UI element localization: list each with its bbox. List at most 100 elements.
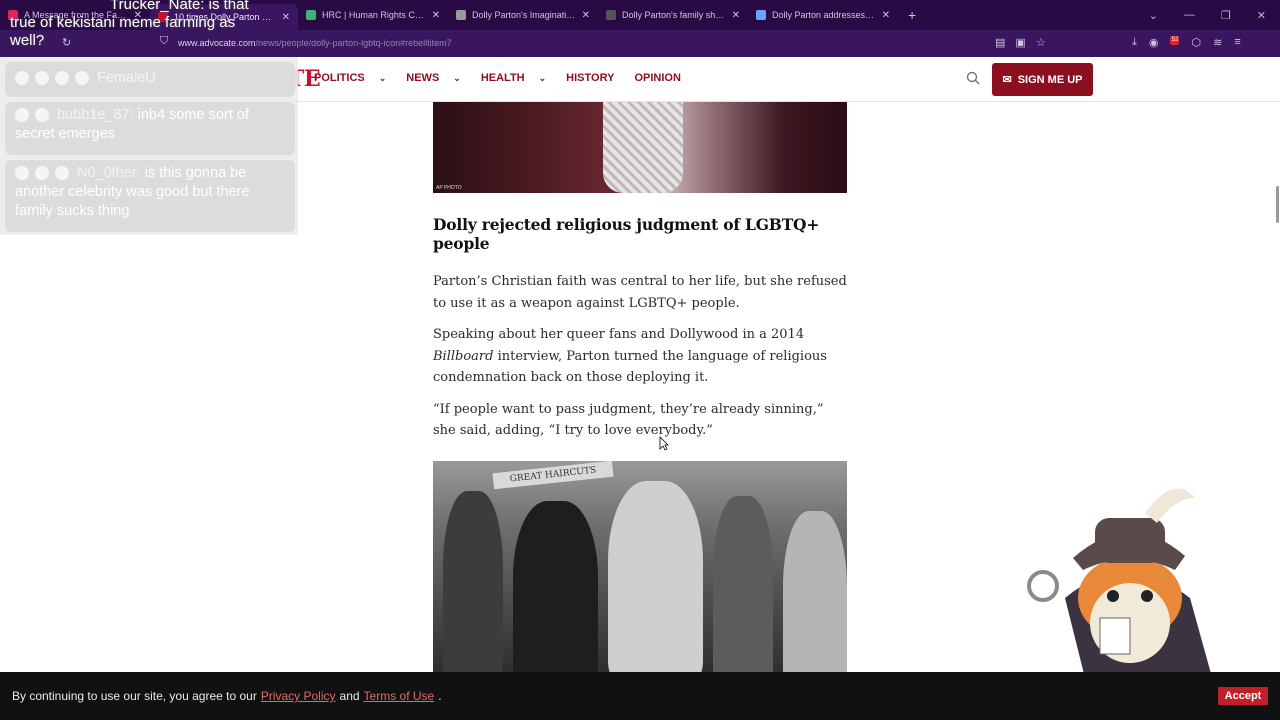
tab-close-icon[interactable]: ✕ bbox=[582, 10, 590, 21]
privacy-policy-link[interactable]: Privacy Policy bbox=[261, 689, 336, 703]
publication-name: Billboard bbox=[433, 348, 494, 364]
sign-up-button[interactable]: ✉ SIGN ME UP bbox=[992, 63, 1093, 96]
new-tab-button[interactable]: + bbox=[898, 7, 926, 23]
photo-person bbox=[608, 481, 703, 672]
avatar-badge-icon bbox=[35, 166, 49, 181]
nav-label: OPINION bbox=[634, 72, 681, 84]
heart-badge-icon bbox=[55, 71, 69, 86]
paragraph-1: Parton’s Christian faith was central to … bbox=[433, 274, 847, 311]
toolbar-actions: ⤓ ◉ 52 ⬡ ≋ ≡ bbox=[1132, 36, 1241, 49]
tab-favicon-icon bbox=[306, 10, 316, 20]
crown-badge-icon bbox=[55, 166, 69, 181]
tab-list-chevron-icon[interactable]: ⌄ bbox=[1149, 9, 1158, 22]
avatar-badge-icon bbox=[35, 108, 49, 123]
browser-tab[interactable]: Dolly Parton's Imagination Libra ✕ bbox=[448, 0, 598, 30]
chat-line-3: well? bbox=[10, 32, 45, 49]
chevron-down-icon[interactable]: ⌄ bbox=[379, 73, 387, 84]
url-path: /news/people/dolly-parton-lgbtq-icon#reb… bbox=[255, 38, 452, 48]
chat-message: bubb1e_87: inb4 some sort of secret emer… bbox=[5, 102, 295, 155]
tab-favicon-icon bbox=[756, 10, 766, 20]
photo-credit: AP PHOTO bbox=[436, 185, 462, 191]
nav-label: HISTORY bbox=[566, 72, 615, 84]
twitch-badge-icon bbox=[15, 166, 29, 181]
tab-favicon-icon bbox=[456, 10, 466, 20]
browser-tab[interactable]: Dolly Parton's family shares her ✕ bbox=[598, 0, 748, 30]
account-icon[interactable]: ◉ bbox=[1149, 36, 1159, 49]
tab-close-icon[interactable]: ✕ bbox=[732, 10, 740, 21]
nav-item-health[interactable]: HEALTH ⌄ bbox=[481, 72, 546, 84]
envelope-icon: ✉ bbox=[1002, 74, 1012, 86]
tab-title: Dolly Parton's Imagination Libra bbox=[472, 10, 576, 20]
article-photo: GREAT HAIRCUTS bbox=[433, 461, 847, 672]
cookie-period: . bbox=[438, 689, 442, 703]
sign-up-label: SIGN ME UP bbox=[1017, 73, 1083, 86]
page-scrollbar[interactable] bbox=[1276, 186, 1279, 223]
nav-label: POLITICS bbox=[314, 72, 365, 84]
bookmark-star-icon[interactable]: ☆ bbox=[1036, 36, 1046, 49]
section-heading: Dolly rejected religious judgment of LGB… bbox=[433, 215, 820, 253]
hero-figure bbox=[603, 102, 683, 193]
chat-nick: bubb1e_87: bbox=[57, 107, 134, 123]
nav-item-news[interactable]: NEWS ⌄ bbox=[406, 72, 461, 84]
terms-of-use-link[interactable]: Terms of Use bbox=[364, 689, 435, 703]
main-nav: POLITICS ⌄ NEWS ⌄ HEALTH ⌄ HISTORY OPINION bbox=[314, 72, 701, 84]
paragraph-2-start: Speaking about her queer fans and Dollyw… bbox=[433, 327, 805, 342]
tab-close-icon[interactable]: ✕ bbox=[432, 10, 440, 21]
tab-close-icon[interactable]: ✕ bbox=[282, 12, 290, 23]
photo-person bbox=[443, 491, 503, 672]
close-window-button[interactable]: ✕ bbox=[1257, 9, 1266, 22]
sub-badge-icon bbox=[35, 71, 49, 86]
nav-item-opinion[interactable]: OPINION bbox=[634, 72, 680, 84]
chat-line-2: true of kekistani meme farming as bbox=[10, 14, 236, 31]
streamer-mascot bbox=[1027, 488, 1215, 688]
chevron-down-icon[interactable]: ⌄ bbox=[539, 73, 547, 84]
article-body: Dolly rejected religious judgment of LGB… bbox=[433, 215, 847, 452]
tab-title: Dolly Parton addresses Black Li bbox=[772, 10, 876, 20]
paragraph-3: “If people want to pass judgment, they’r… bbox=[433, 401, 824, 439]
chat-scrolling-message: Trucker_Nate: is that true of kekistani … bbox=[10, 0, 249, 50]
chat-badges bbox=[15, 71, 89, 86]
window-controls: ⌄ — ❐ ✕ bbox=[1149, 0, 1280, 30]
chat-message: FemaleU bbox=[5, 62, 295, 97]
tab-favicon-icon bbox=[606, 10, 616, 20]
chevron-down-icon[interactable]: ⌄ bbox=[453, 73, 461, 84]
browser-tab[interactable]: Dolly Parton addresses Black Li ✕ bbox=[748, 0, 898, 30]
chat-nick: N0_0ther: bbox=[77, 165, 141, 181]
search-icon[interactable] bbox=[966, 71, 980, 85]
mouse-cursor-icon bbox=[659, 436, 669, 451]
nav-label: HEALTH bbox=[480, 72, 525, 84]
tab-title: Dolly Parton's family shares her bbox=[622, 10, 726, 20]
browser-tab[interactable]: HRC | Human Rights Campaign ✕ bbox=[298, 0, 448, 30]
cookie-and: and bbox=[339, 689, 360, 703]
chat-line-1: Trucker_Nate: is that bbox=[110, 0, 249, 13]
chat-badges bbox=[15, 166, 69, 181]
tab-close-icon[interactable]: ✕ bbox=[882, 10, 890, 21]
photo-person bbox=[783, 511, 847, 672]
downloads-icon[interactable]: ⤓ bbox=[1132, 36, 1137, 49]
cookie-text: By continuing to use our site, you agree… bbox=[12, 689, 257, 703]
tab-title: HRC | Human Rights Campaign bbox=[322, 10, 426, 20]
minimize-button[interactable]: — bbox=[1184, 9, 1195, 21]
chat-nick: FemaleU bbox=[97, 70, 156, 86]
extension-badge[interactable]: 52 bbox=[1170, 36, 1180, 45]
stream-chat-overlay: FemaleU bubb1e_87: inb4 some sort of sec… bbox=[0, 57, 298, 235]
photo-shop-sign: GREAT HAIRCUTS bbox=[492, 461, 614, 490]
translate-icon[interactable]: ▣ bbox=[1015, 36, 1025, 49]
restore-button[interactable]: ❐ bbox=[1221, 9, 1231, 22]
nav-item-politics[interactable]: POLITICS ⌄ bbox=[314, 72, 386, 84]
menu-icon[interactable]: ≡ bbox=[1234, 36, 1240, 49]
cookie-banner: By continuing to use our site, you agree… bbox=[0, 672, 1280, 720]
reader-view-icon[interactable]: ▤ bbox=[995, 36, 1005, 49]
nav-item-history[interactable]: HISTORY bbox=[566, 72, 614, 84]
chat-badges bbox=[15, 108, 49, 123]
hero-image: AP PHOTO bbox=[433, 102, 847, 193]
nav-label: NEWS bbox=[406, 72, 440, 84]
chat-message: N0_0ther: is this gonna be another celeb… bbox=[5, 160, 295, 232]
photo-person bbox=[513, 501, 598, 672]
paragraph-2: Speaking about her queer fans and Dollyw… bbox=[433, 324, 847, 389]
twitch-badge-icon bbox=[15, 71, 29, 86]
accept-cookies-button[interactable]: Accept bbox=[1218, 687, 1268, 705]
twitch-badge-icon bbox=[15, 108, 29, 123]
extensions-icon[interactable]: ⬡ bbox=[1191, 36, 1201, 49]
wave-icon[interactable]: ≋ bbox=[1213, 36, 1222, 49]
